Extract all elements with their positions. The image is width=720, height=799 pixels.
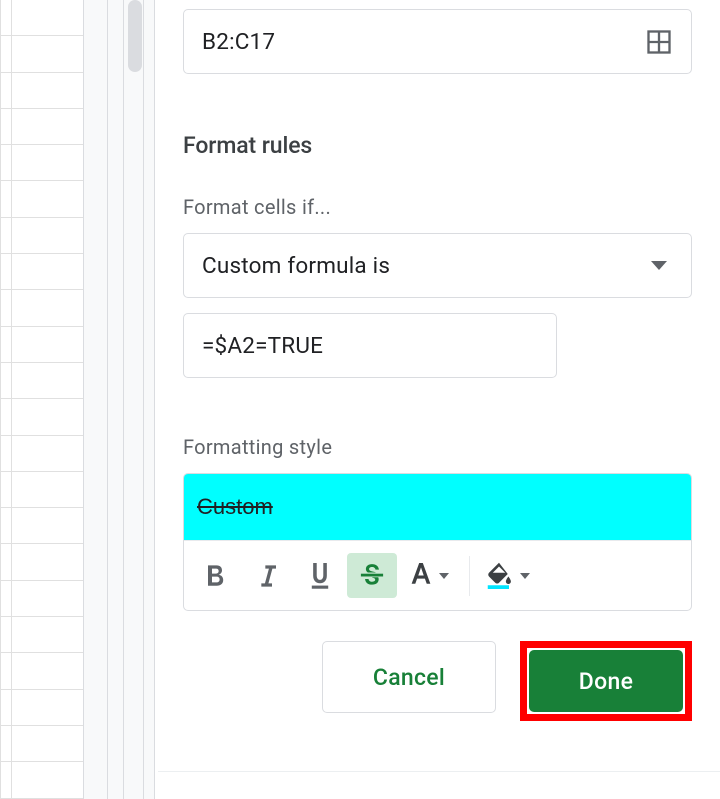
cancel-button[interactable]: Cancel xyxy=(322,641,496,713)
format-cells-if-label: Format cells if... xyxy=(183,195,692,219)
custom-formula-input[interactable]: =$A2=TRUE xyxy=(183,313,557,378)
formula-value: =$A2=TRUE xyxy=(202,333,323,359)
chevron-down-icon xyxy=(439,573,449,579)
apply-to-range-input[interactable]: B2:C17 xyxy=(183,9,692,74)
formatting-style-box: Custom xyxy=(183,473,692,611)
condition-dropdown[interactable]: Custom formula is xyxy=(183,233,692,298)
select-range-icon[interactable] xyxy=(645,28,673,56)
done-button-highlight: Done xyxy=(520,641,692,721)
divider-strip xyxy=(83,0,155,799)
format-rules-heading: Format rules xyxy=(183,132,692,159)
conditional-format-panel: B2:C17 Format rules Format cells if... C… xyxy=(155,0,720,799)
chevron-down-icon xyxy=(520,573,530,579)
style-preview[interactable]: Custom xyxy=(184,474,691,540)
text-color-button[interactable] xyxy=(405,553,453,598)
style-preview-text: Custom xyxy=(197,494,273,520)
panel-scrollbar-thumb[interactable] xyxy=(128,0,142,72)
toolbar-separator xyxy=(469,556,470,596)
italic-button[interactable] xyxy=(243,553,293,598)
panel-footer: Cancel Done xyxy=(183,641,692,721)
bold-button[interactable] xyxy=(191,553,241,598)
strikethrough-button[interactable] xyxy=(347,553,397,598)
formatting-toolbar xyxy=(184,540,691,610)
underline-button[interactable] xyxy=(295,553,345,598)
condition-selected: Custom formula is xyxy=(202,253,390,279)
range-value: B2:C17 xyxy=(202,29,275,55)
paint-bucket-icon xyxy=(484,559,514,593)
fill-color-button[interactable] xyxy=(480,553,534,598)
panel-bottom-divider xyxy=(158,771,720,772)
chevron-down-icon xyxy=(651,261,667,271)
formatting-style-label: Formatting style xyxy=(183,435,692,459)
done-button[interactable]: Done xyxy=(529,650,683,712)
spreadsheet-grid[interactable] xyxy=(0,0,83,799)
